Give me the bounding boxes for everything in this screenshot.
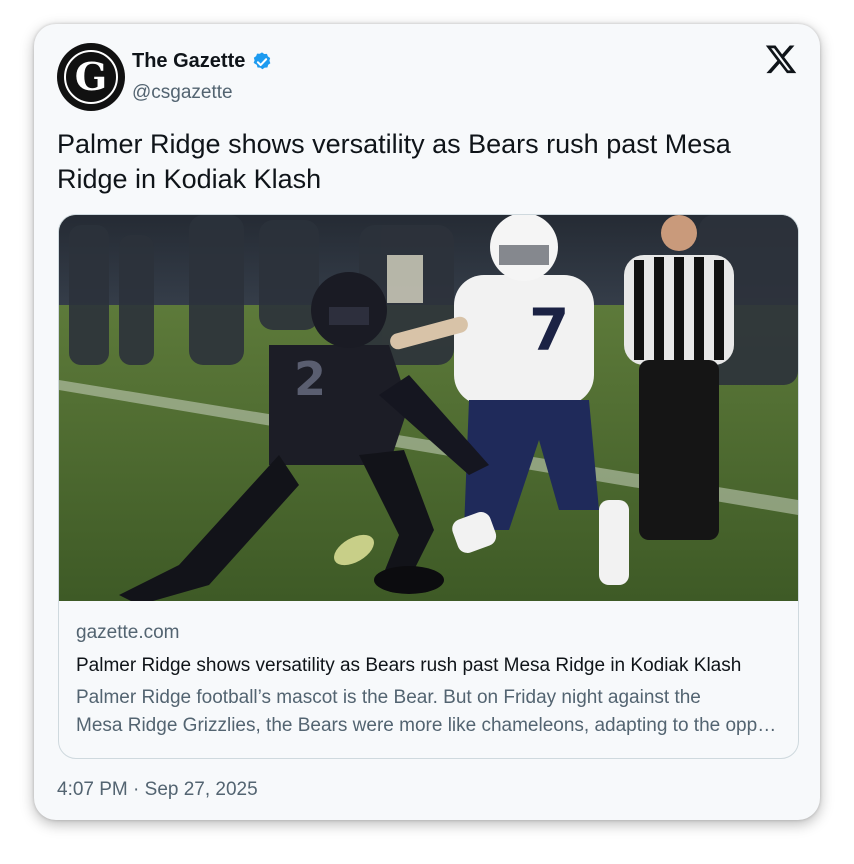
- post-timestamp[interactable]: 4:07 PM · Sep 27, 2025: [57, 779, 258, 801]
- link-domain: gazette.com: [76, 622, 180, 643]
- jersey-number-dark: 2: [294, 352, 326, 406]
- account-avatar[interactable]: G: [57, 43, 125, 111]
- gazette-logo-icon: G: [64, 50, 118, 104]
- link-description-line-2: Mesa Ridge Grizzlies, the Bears were mor…: [76, 715, 782, 736]
- link-title: Palmer Ridge shows versatility as Bears …: [76, 655, 742, 676]
- avatar-letter: G: [75, 54, 107, 99]
- verified-badge-icon: [254, 51, 271, 69]
- x-logo-icon[interactable]: [764, 42, 798, 76]
- account-name[interactable]: The Gazette: [132, 50, 245, 73]
- link-preview-card[interactable]: 7 2 gazette.com Palmer Ridge shows versa…: [58, 214, 799, 759]
- jersey-number-light: 7: [529, 296, 569, 364]
- account-name-row[interactable]: The Gazette: [132, 50, 273, 73]
- link-preview-image[interactable]: 7 2: [59, 215, 798, 601]
- link-description-line-1: Palmer Ridge football’s mascot is the Be…: [76, 687, 701, 708]
- account-handle[interactable]: @csgazette: [132, 82, 233, 104]
- post-text: Palmer Ridge shows versatility as Bears …: [57, 129, 731, 194]
- football-photo: 7 2: [59, 215, 798, 601]
- link-description: Palmer Ridge football’s mascot is the Be…: [76, 684, 782, 740]
- embedded-post-card[interactable]: G The Gazette @csgazette Palmer Ridge sh…: [34, 24, 820, 820]
